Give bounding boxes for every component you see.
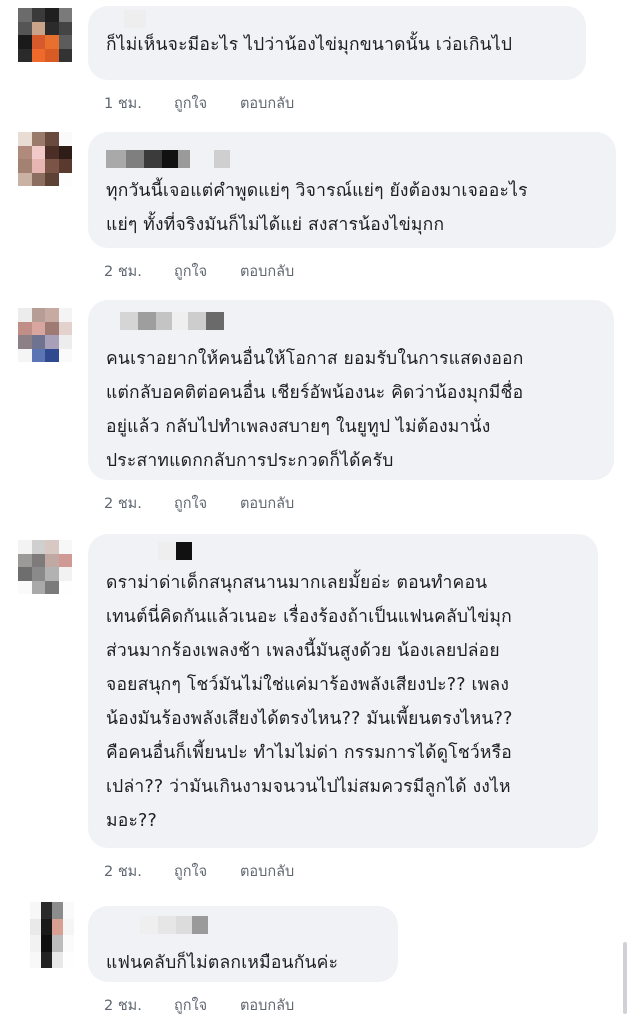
comment-actions: 1 ชม. ถูกใจ ตอบกลับ [104,92,294,112]
comment-bubble: ทุกวันนี้เจอแต่คำพูดแย่ๆ วิจารณ์แย่ๆ ยัง… [88,132,616,248]
commenter-name-blurred[interactable] [124,10,146,28]
avatar[interactable] [30,902,74,968]
comment-text: คนเราอยากให้คนอื่นให้โอกาส ยอมรับในการแส… [106,349,524,471]
comment-actions: 2 ชม. ถูกใจ ตอบกลับ [104,860,294,880]
comment-bubble: คนเราอยากให้คนอื่นให้โอกาส ยอมรับในการแส… [88,300,614,480]
comment-text: ดราม่าด่าเด็กสนุกสนานมากเลยมั้ยอ่ะ ตอนทำ… [106,573,513,831]
like-button[interactable]: ถูกใจ [174,994,240,1014]
avatar[interactable] [18,132,72,186]
commenter-name-blurred[interactable] [140,916,208,934]
comment-text: แฟนคลับก็ไม่ตลกเหมือนกันค่ะ [106,953,339,973]
commenter-name-blurred[interactable] [106,150,230,168]
like-button[interactable]: ถูกใจ [174,260,240,280]
reply-button[interactable]: ตอบกลับ [240,492,294,512]
comment-text: ก็ไม่เห็นจะมีอะไร ไปว่าน้องไข่มุกขนาดนั้… [106,35,513,55]
reply-button[interactable]: ตอบกลับ [240,260,294,280]
commenter-name-blurred[interactable] [158,542,192,560]
comment-text: ทุกวันนี้เจอแต่คำพูดแย่ๆ วิจารณ์แย่ๆ ยัง… [106,181,528,235]
reply-button[interactable]: ตอบกลับ [240,92,294,112]
comment-bubble: ก็ไม่เห็นจะมีอะไร ไปว่าน้องไข่มุกขนาดนั้… [88,6,586,80]
reply-button[interactable]: ตอบกลับ [240,994,294,1014]
comment-time[interactable]: 2 ชม. [104,994,174,1014]
comment-bubble: ดราม่าด่าเด็กสนุกสนานมากเลยมั้ยอ่ะ ตอนทำ… [88,534,598,848]
like-button[interactable]: ถูกใจ [174,492,240,512]
comment-actions: 2 ชม. ถูกใจ ตอบกลับ [104,994,294,1014]
comment-time[interactable]: 1 ชม. [104,92,174,112]
comment-time[interactable]: 2 ชม. [104,860,174,880]
comment-actions: 2 ชม. ถูกใจ ตอบกลับ [104,492,294,512]
comment-time[interactable]: 2 ชม. [104,260,174,280]
comment-time[interactable]: 2 ชม. [104,492,174,512]
comment-bubble: แฟนคลับก็ไม่ตลกเหมือนกันค่ะ [88,906,398,982]
reply-button[interactable]: ตอบกลับ [240,860,294,880]
comment-actions: 2 ชม. ถูกใจ ตอบกลับ [104,260,294,280]
scrollbar[interactable] [623,942,627,1014]
avatar[interactable] [18,308,72,362]
commenter-name-blurred[interactable] [120,312,224,330]
like-button[interactable]: ถูกใจ [174,860,240,880]
avatar[interactable] [18,540,72,594]
avatar[interactable] [18,8,72,62]
like-button[interactable]: ถูกใจ [174,92,240,112]
